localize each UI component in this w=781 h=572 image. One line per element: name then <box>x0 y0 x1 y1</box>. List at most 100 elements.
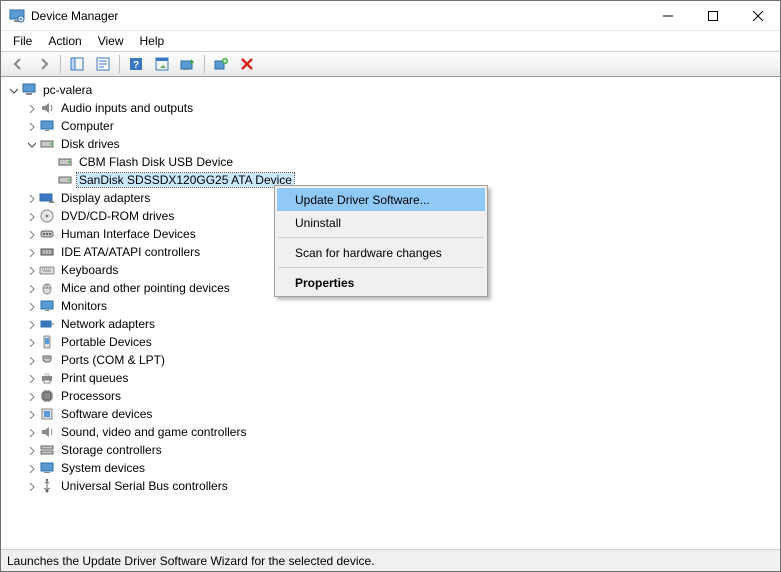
tree-node-storage[interactable]: Storage controllers <box>3 441 780 459</box>
tree-node-label[interactable]: IDE ATA/ATAPI controllers <box>59 245 202 259</box>
tree-node-system[interactable]: System devices <box>3 459 780 477</box>
close-button[interactable] <box>735 1 780 30</box>
tree-node-usb[interactable]: Universal Serial Bus controllers <box>3 477 780 495</box>
expander-closed-icon[interactable] <box>23 388 39 404</box>
tree-node-print-queues[interactable]: Print queues <box>3 369 780 387</box>
maximize-button[interactable] <box>690 1 735 30</box>
context-menu-properties[interactable]: Properties <box>277 271 485 294</box>
expander-closed-icon[interactable] <box>23 316 39 332</box>
expander-closed-icon[interactable] <box>23 190 39 206</box>
menubar: File Action View Help <box>1 31 780 51</box>
monitor-icon <box>39 118 55 134</box>
printer-icon <box>39 370 55 386</box>
tree-node-label[interactable]: Disk drives <box>59 137 122 151</box>
tree-node-label[interactable]: Storage controllers <box>59 443 164 457</box>
tree-node-label[interactable]: DVD/CD-ROM drives <box>59 209 176 223</box>
window-controls <box>645 1 780 30</box>
tree-node-disk-cbm[interactable]: CBM Flash Disk USB Device <box>3 153 780 171</box>
menu-action[interactable]: Action <box>40 32 89 50</box>
tree-node-monitors[interactable]: Monitors <box>3 297 780 315</box>
expander-closed-icon[interactable] <box>23 370 39 386</box>
device-tree[interactable]: pc-valera Audio inputs and outputs Compu… <box>1 77 780 545</box>
tree-node-label[interactable]: System devices <box>59 461 147 475</box>
expander-closed-icon[interactable] <box>23 226 39 242</box>
disk-icon <box>57 172 73 188</box>
toolbar-properties-button[interactable] <box>91 53 115 75</box>
hid-icon <box>39 226 55 242</box>
tree-root[interactable]: pc-valera <box>3 81 780 99</box>
toolbar-forward-button[interactable] <box>32 53 56 75</box>
context-menu-uninstall[interactable]: Uninstall <box>277 211 485 234</box>
portable-device-icon <box>39 334 55 350</box>
system-icon <box>39 460 55 476</box>
expander-closed-icon[interactable] <box>23 244 39 260</box>
expander-closed-icon[interactable] <box>23 262 39 278</box>
tree-node-label[interactable]: Network adapters <box>59 317 157 331</box>
tree-node-label[interactable]: Sound, video and game controllers <box>59 425 248 439</box>
cpu-icon <box>39 388 55 404</box>
tree-node-portable[interactable]: Portable Devices <box>3 333 780 351</box>
context-menu: Update Driver Software... Uninstall Scan… <box>274 185 488 297</box>
tree-node-label[interactable]: Human Interface Devices <box>59 227 198 241</box>
tree-node-disk-drives[interactable]: Disk drives <box>3 135 780 153</box>
tree-node-ports[interactable]: Ports (COM & LPT) <box>3 351 780 369</box>
tree-node-label[interactable]: Mice and other pointing devices <box>59 281 232 295</box>
expander-closed-icon[interactable] <box>23 424 39 440</box>
expander-closed-icon[interactable] <box>23 442 39 458</box>
expander-closed-icon[interactable] <box>23 208 39 224</box>
tree-node-label[interactable]: Keyboards <box>59 263 120 277</box>
dvd-icon <box>39 208 55 224</box>
context-menu-scan[interactable]: Scan for hardware changes <box>277 241 485 264</box>
svg-text:?: ? <box>133 60 139 71</box>
expander-closed-icon[interactable] <box>23 280 39 296</box>
toolbar-back-button[interactable] <box>6 53 30 75</box>
toolbar-uninstall-button[interactable] <box>209 53 233 75</box>
tree-node-label[interactable]: pc-valera <box>41 83 94 97</box>
expander-closed-icon[interactable] <box>23 118 39 134</box>
tree-node-label[interactable]: Ports (COM & LPT) <box>59 353 167 367</box>
menu-help[interactable]: Help <box>132 32 173 50</box>
titlebar: Device Manager <box>1 1 780 31</box>
tree-node-label[interactable]: Processors <box>59 389 123 403</box>
tree-node-label[interactable]: SanDisk SDSSDX120GG25 ATA Device <box>77 173 294 187</box>
tree-node-label[interactable]: Software devices <box>59 407 154 421</box>
context-menu-separator <box>278 237 484 238</box>
tree-node-label[interactable]: Display adapters <box>59 191 152 205</box>
toolbar-show-hide-button[interactable] <box>65 53 89 75</box>
expander-closed-icon[interactable] <box>23 460 39 476</box>
tree-node-label[interactable]: Print queues <box>59 371 130 385</box>
tree-node-network[interactable]: Network adapters <box>3 315 780 333</box>
expander-closed-icon[interactable] <box>23 100 39 116</box>
tree-node-label[interactable]: Universal Serial Bus controllers <box>59 479 230 493</box>
tree-node-software[interactable]: Software devices <box>3 405 780 423</box>
tree-node-label[interactable]: CBM Flash Disk USB Device <box>77 155 235 169</box>
tree-node-label[interactable]: Portable Devices <box>59 335 154 349</box>
expander-closed-icon[interactable] <box>23 478 39 494</box>
toolbar-action-button[interactable] <box>150 53 174 75</box>
toolbar-help-button[interactable]: ? <box>124 53 148 75</box>
expander-closed-icon[interactable] <box>23 334 39 350</box>
toolbar-update-driver-button[interactable] <box>176 53 200 75</box>
tree-node-label[interactable]: Monitors <box>59 299 109 313</box>
menu-file[interactable]: File <box>5 32 40 50</box>
keyboard-icon <box>39 262 55 278</box>
menu-view[interactable]: View <box>90 32 132 50</box>
expander-closed-icon[interactable] <box>23 298 39 314</box>
expander-open-icon[interactable] <box>5 82 21 98</box>
tree-node-sound[interactable]: Sound, video and game controllers <box>3 423 780 441</box>
minimize-button[interactable] <box>645 1 690 30</box>
expander-open-icon[interactable] <box>23 136 39 152</box>
statusbar-text: Launches the Update Driver Software Wiza… <box>7 554 375 568</box>
tree-node-label[interactable]: Audio inputs and outputs <box>59 101 195 115</box>
tree-node-label[interactable]: Computer <box>59 119 116 133</box>
expander-none <box>41 154 57 170</box>
tree-node-audio[interactable]: Audio inputs and outputs <box>3 99 780 117</box>
tree-node-processors[interactable]: Processors <box>3 387 780 405</box>
storage-icon <box>39 442 55 458</box>
expander-closed-icon[interactable] <box>23 406 39 422</box>
toolbar-delete-button[interactable] <box>235 53 259 75</box>
context-menu-label: Update Driver Software... <box>295 193 430 207</box>
context-menu-update-driver[interactable]: Update Driver Software... <box>277 188 485 211</box>
expander-closed-icon[interactable] <box>23 352 39 368</box>
tree-node-computer[interactable]: Computer <box>3 117 780 135</box>
